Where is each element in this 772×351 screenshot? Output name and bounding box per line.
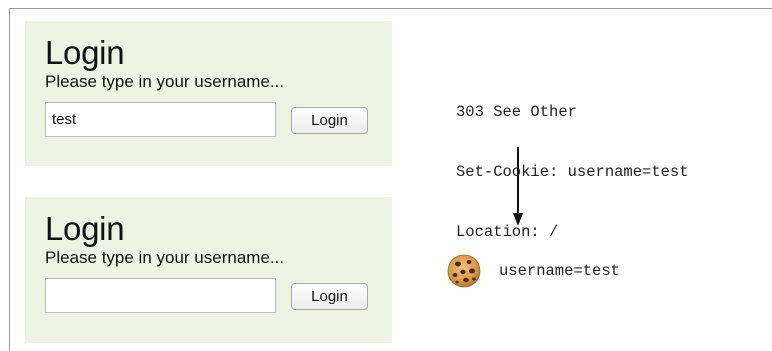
frame-left-border [9, 8, 10, 351]
login-prompt: Please type in your username... [45, 248, 285, 267]
set-cookie-header: Set-Cookie: username=test [456, 163, 689, 181]
login-panel-empty: Login Please type in your username... Lo… [25, 197, 392, 343]
login-title: Login [45, 210, 125, 247]
cookie-value: username=test [499, 262, 620, 280]
login-button[interactable]: Login [291, 283, 368, 310]
frame-top-border [9, 8, 772, 9]
login-button[interactable]: Login [291, 107, 368, 134]
down-arrow-icon [513, 147, 523, 226]
login-form-row: Login [45, 278, 392, 314]
http-response-headers: 303 See Other Set-Cookie: username=test … [456, 62, 689, 262]
http-status-line: 303 See Other [456, 103, 577, 121]
login-panel-filled: Login Please type in your username... Lo… [25, 21, 392, 166]
location-header: Location: / [456, 223, 559, 241]
cookie-icon [447, 254, 481, 288]
login-title: Login [45, 34, 125, 71]
login-prompt: Please type in your username... [45, 72, 285, 91]
username-input[interactable] [45, 278, 276, 313]
username-input[interactable] [45, 102, 276, 137]
login-form-row: Login [45, 102, 392, 138]
